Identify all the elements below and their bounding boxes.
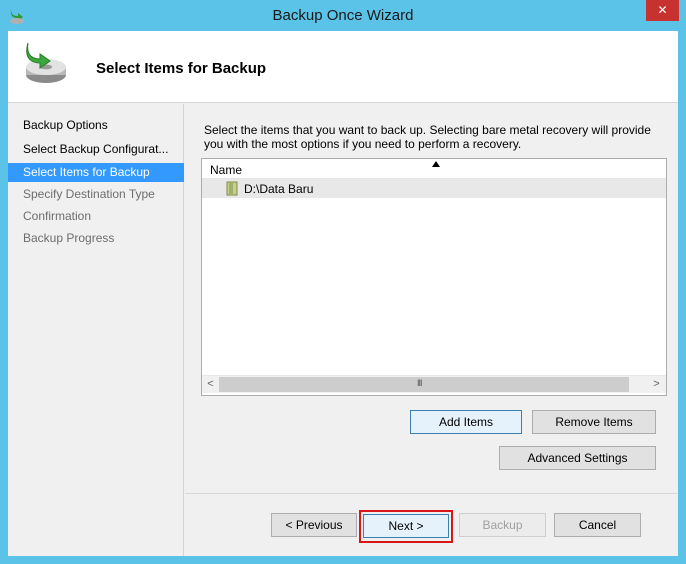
list-item[interactable]: D:\Data Baru [202,179,666,198]
nav-step-select-backup-configuration[interactable]: Select Backup Configurat... [8,140,184,159]
backup-drive-icon [26,42,66,83]
nav-step-backup-options[interactable]: Backup Options [8,116,184,135]
instructions-text: Select the items that you want to back u… [204,123,651,151]
scrollbar-grip-icon: III [417,378,422,388]
scrollbar-thumb[interactable]: III [219,377,629,392]
remove-items-button[interactable]: Remove Items [532,410,656,434]
list-column-header[interactable]: Name [202,159,666,179]
nav-step-confirmation: Confirmation [23,209,92,223]
next-button-highlight [359,510,453,543]
nav-step-specify-destination-type: Specify Destination Type [23,187,155,201]
close-button[interactable]: ✕ [646,0,679,21]
folder-icon [226,181,238,196]
sort-ascending-icon [432,161,440,167]
footer-separator [185,493,678,494]
backup-items-list[interactable]: Name D:\Data Baru < III > [201,158,667,396]
page-title: Select Items for Backup [96,60,267,77]
wizard-header: Select Items for Backup [8,31,678,103]
close-icon: ✕ [657,3,668,17]
scroll-right-icon[interactable]: > [648,376,665,393]
add-items-button[interactable]: Add Items [410,410,522,434]
cancel-button[interactable]: Cancel [554,513,641,537]
column-name-label: Name [210,163,243,177]
horizontal-scrollbar[interactable]: < III > [202,375,666,393]
scroll-left-icon[interactable]: < [202,376,219,393]
backup-button: Backup [459,513,546,537]
wizard-steps-nav: Backup Options Select Backup Configurat.… [8,104,184,556]
window-title: Backup Once Wizard [272,7,414,24]
list-item-label: D:\Data Baru [244,182,314,196]
wizard-client-area: Select Items for Backup Backup Options S… [8,31,678,556]
nav-step-select-items-for-backup[interactable]: Select Items for Backup [8,163,184,182]
advanced-settings-button[interactable]: Advanced Settings [499,446,656,470]
nav-step-backup-progress: Backup Progress [23,231,115,245]
title-bar: Backup Once Wizard ✕ [0,0,686,31]
previous-button[interactable]: < Previous [271,513,357,537]
